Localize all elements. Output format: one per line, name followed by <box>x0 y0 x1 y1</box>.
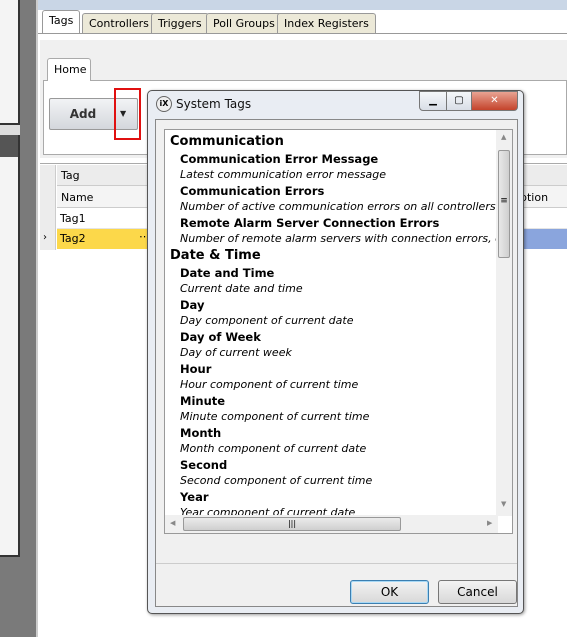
maximize-icon[interactable]: ▢ <box>446 91 472 111</box>
vertical-scroll-thumb[interactable]: ≡ <box>498 150 510 258</box>
list-item[interactable]: Minute <box>170 393 500 409</box>
scroll-up-icon[interactable]: ▲ <box>501 133 506 141</box>
left-panel-header <box>0 135 20 157</box>
list-item-description: Day of current week <box>180 346 292 359</box>
tab-poll-groups[interactable]: Poll Groups <box>206 13 282 33</box>
list-item-description: Month component of current date <box>180 442 367 455</box>
list-item[interactable]: Day of Week <box>170 329 500 345</box>
dialog-title: System Tags <box>176 97 252 111</box>
scroll-down-icon[interactable]: ▼ <box>501 500 506 508</box>
horizontal-scroll-thumb[interactable]: ||| <box>183 517 401 531</box>
vertical-scrollbar[interactable]: ▲ ≡ ▼ <box>496 130 512 516</box>
scroll-right-icon[interactable]: ▶ <box>487 519 492 527</box>
list-item[interactable]: Remote Alarm Server Connection Errors <box>170 215 500 231</box>
list-item-description: Minute component of current time <box>180 410 370 423</box>
left-panel-bottom <box>0 157 20 557</box>
table-row-selected[interactable]: Tag2 ⋯ <box>57 229 150 249</box>
list-item[interactable]: Communication Error Message <box>170 151 500 167</box>
horizontal-scrollbar[interactable]: ◀ ||| ▶ <box>165 515 498 533</box>
list-item-description: Second component of current time <box>180 474 373 487</box>
list-item-description: Latest communication error message <box>180 168 387 181</box>
list-item[interactable]: Date and Time <box>170 265 500 281</box>
system-tags-dialog: iX System Tags ▁ ▢ ✕ Communication Commu… <box>147 90 524 614</box>
list-item-description: Day component of current date <box>180 314 354 327</box>
tab-controllers[interactable]: Controllers <box>82 13 156 33</box>
cancel-button[interactable]: Cancel <box>438 580 517 604</box>
button-divider <box>156 563 517 564</box>
ribbon-tab-home[interactable]: Home <box>47 58 91 81</box>
list-item[interactable]: Second <box>170 457 500 473</box>
top-band <box>38 0 567 10</box>
list-item[interactable]: Year <box>170 489 500 505</box>
minimize-icon[interactable]: ▁ <box>419 91 447 111</box>
left-panel-gap <box>0 125 20 135</box>
list-item[interactable]: Month <box>170 425 500 441</box>
category-header: Communication <box>170 134 284 149</box>
highlight-box <box>114 88 141 140</box>
dialog-body: Communication Communication Error Messag… <box>155 119 518 607</box>
list-item-description: Current date and time <box>180 282 303 295</box>
list-item[interactable]: Communication Errors <box>170 183 500 199</box>
row-selector-icon: › <box>43 232 47 243</box>
app-icon: iX <box>156 96 172 112</box>
list-item-description: Number of remote alarm servers with conn… <box>180 232 513 245</box>
list-item[interactable]: Hour <box>170 361 500 377</box>
ok-button[interactable]: OK <box>350 580 429 604</box>
add-button-label: Add <box>69 107 97 121</box>
tab-triggers[interactable]: Triggers <box>151 13 209 33</box>
left-panel-top <box>0 0 20 125</box>
list-item[interactable]: Day <box>170 297 500 313</box>
group-header-label: Tag <box>61 169 80 182</box>
system-tags-list[interactable]: Communication Communication Error Messag… <box>164 129 513 534</box>
tab-tags[interactable]: Tags <box>42 10 81 34</box>
scroll-left-icon[interactable]: ◀ <box>170 519 175 527</box>
column-header-description[interactable]: ption <box>520 191 548 204</box>
tab-divider <box>38 33 567 34</box>
category-header: Date & Time <box>170 248 261 263</box>
column-header-name[interactable]: Name <box>61 191 93 204</box>
tab-index-registers[interactable]: Index Registers <box>277 13 376 33</box>
list-item-description: Hour component of current time <box>180 378 359 391</box>
list-item-description: Number of active communication errors on… <box>180 200 496 213</box>
tag-name-cell: Tag2 <box>60 232 86 245</box>
tag-name-cell: Tag1 <box>60 212 86 225</box>
close-icon[interactable]: ✕ <box>471 91 518 111</box>
